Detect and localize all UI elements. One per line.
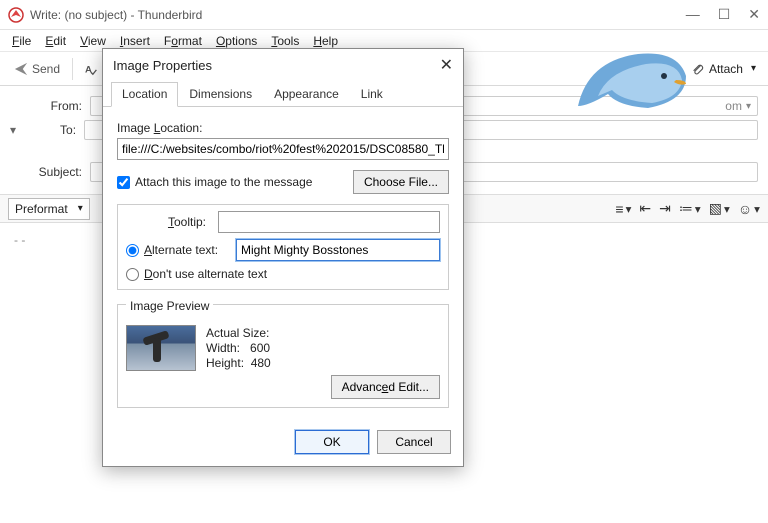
actual-size-label: Actual Size: bbox=[206, 326, 271, 340]
emoji-icon[interactable]: ☺▾ bbox=[738, 200, 760, 217]
window-close-icon[interactable]: ✕ bbox=[748, 6, 760, 23]
width-value: 600 bbox=[250, 341, 270, 355]
tab-location[interactable]: Location bbox=[111, 82, 178, 107]
height-value: 480 bbox=[251, 356, 271, 370]
menu-edit[interactable]: Edit bbox=[39, 32, 72, 50]
advanced-edit-button[interactable]: Advanced Edit... bbox=[331, 375, 440, 399]
dialog-title: Image Properties bbox=[113, 58, 440, 73]
to-label: To: bbox=[18, 123, 84, 137]
window-min-icon[interactable]: — bbox=[686, 6, 700, 23]
window-title: Write: (no subject) - Thunderbird bbox=[30, 8, 686, 22]
window-max-icon[interactable]: ☐ bbox=[718, 6, 731, 23]
image-preview-title: Image Preview bbox=[126, 299, 213, 313]
menu-help[interactable]: Help bbox=[307, 32, 344, 50]
align-justify-icon[interactable]: ≡▾ bbox=[615, 200, 631, 217]
chevron-down-icon: ▾ bbox=[746, 101, 751, 112]
image-properties-dialog: Image Properties ✕ Location Dimensions A… bbox=[102, 48, 464, 467]
width-label: Width: bbox=[206, 341, 240, 355]
cancel-button[interactable]: Cancel bbox=[377, 430, 451, 454]
alternate-text-radio-label: Alternate text: bbox=[144, 243, 218, 257]
menu-format[interactable]: Format bbox=[158, 32, 208, 50]
tab-link[interactable]: Link bbox=[350, 82, 394, 107]
menu-options[interactable]: Options bbox=[210, 32, 263, 50]
outdent-icon[interactable]: ⇤ bbox=[639, 200, 651, 217]
no-alternate-text-radio-input[interactable] bbox=[126, 268, 139, 281]
paragraph-style-label: Preformat bbox=[15, 202, 68, 216]
send-button[interactable]: Send bbox=[6, 58, 68, 80]
attach-image-checkbox-label: Attach this image to the message bbox=[135, 175, 312, 189]
height-label: Height: bbox=[206, 356, 244, 370]
insert-image-icon[interactable]: ▧▾ bbox=[709, 200, 730, 217]
image-preview-thumbnail bbox=[126, 325, 196, 371]
attach-button[interactable]: Attach ▾ bbox=[685, 62, 762, 76]
tab-appearance[interactable]: Appearance bbox=[263, 82, 350, 107]
alternate-text-radio-input[interactable] bbox=[126, 244, 139, 257]
svg-text:A: A bbox=[85, 64, 92, 75]
menu-view[interactable]: View bbox=[74, 32, 112, 50]
menu-tools[interactable]: Tools bbox=[265, 32, 305, 50]
tooltip-label: Tooltip: bbox=[126, 215, 212, 229]
alternate-text-radio[interactable]: Alternate text: bbox=[126, 243, 230, 257]
paragraph-style-select[interactable]: Preformat ▾ bbox=[8, 198, 90, 220]
image-location-label: Image Location: bbox=[117, 121, 449, 135]
attach-label: Attach bbox=[709, 62, 743, 76]
thunderbird-app-icon bbox=[8, 7, 24, 23]
indent-icon[interactable]: ⇥ bbox=[659, 200, 671, 217]
chevron-down-icon: ▾ bbox=[78, 203, 83, 214]
paperclip-icon bbox=[691, 62, 705, 76]
titlebar: Write: (no subject) - Thunderbird — ☐ ✕ bbox=[0, 0, 768, 30]
choose-file-button[interactable]: Choose File... bbox=[353, 170, 449, 194]
no-alternate-text-radio-label: Don't use alternate text bbox=[144, 267, 267, 281]
image-location-input[interactable] bbox=[117, 138, 449, 160]
dialog-tabs: Location Dimensions Appearance Link bbox=[103, 81, 463, 107]
from-label: From: bbox=[10, 99, 90, 113]
menu-file[interactable]: File bbox=[6, 32, 37, 50]
alternate-text-input[interactable] bbox=[236, 239, 440, 261]
chevron-down-icon: ▾ bbox=[751, 63, 756, 74]
subject-label: Subject: bbox=[10, 165, 90, 179]
tab-dimensions[interactable]: Dimensions bbox=[178, 82, 263, 107]
dialog-titlebar: Image Properties ✕ bbox=[103, 49, 463, 81]
attach-image-checkbox-input[interactable] bbox=[117, 176, 130, 189]
attach-image-checkbox[interactable]: Attach this image to the message bbox=[117, 175, 347, 189]
menu-insert[interactable]: Insert bbox=[114, 32, 156, 50]
close-icon[interactable]: ✕ bbox=[440, 55, 453, 75]
toolbar-separator bbox=[72, 58, 73, 80]
ok-button[interactable]: OK bbox=[295, 430, 369, 454]
body-placeholder: - - bbox=[14, 233, 25, 247]
chevron-down-icon[interactable]: ▾ bbox=[10, 123, 16, 137]
list-icon[interactable]: ≔▾ bbox=[679, 200, 701, 217]
send-label: Send bbox=[32, 62, 60, 76]
no-alternate-text-radio[interactable]: Don't use alternate text bbox=[126, 267, 440, 281]
tooltip-input[interactable] bbox=[218, 211, 440, 233]
image-dimensions: Actual Size: Width: 600 Height: 480 bbox=[206, 325, 271, 371]
dialog-buttons: OK Cancel bbox=[103, 420, 463, 466]
